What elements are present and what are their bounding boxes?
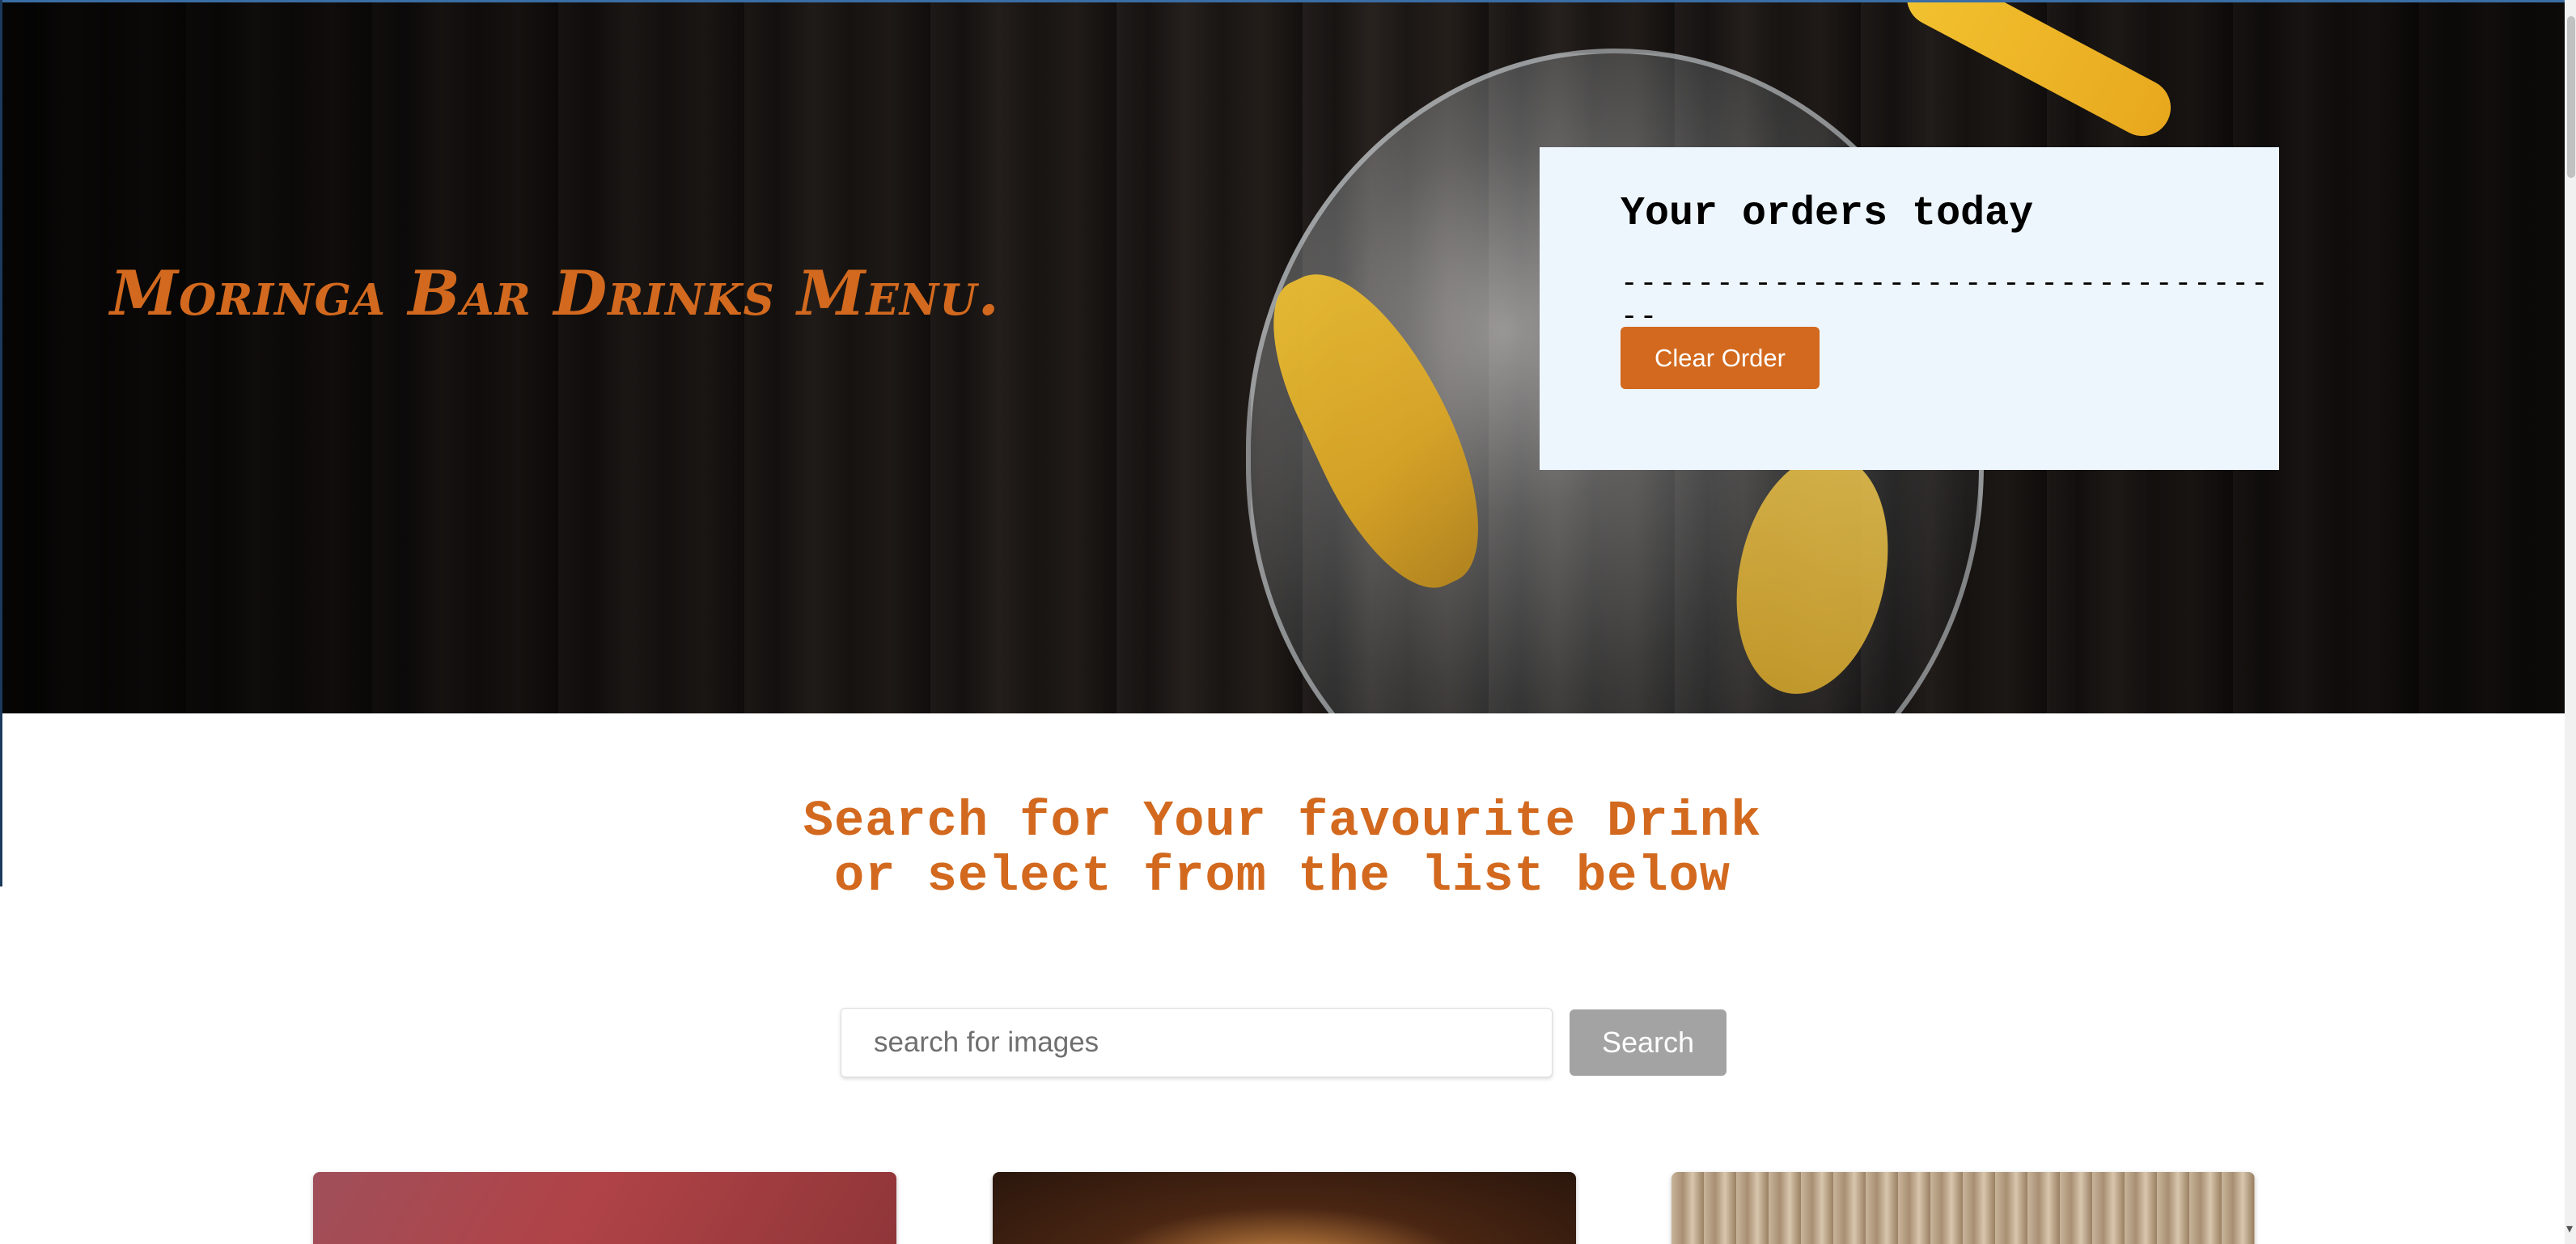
drink-card[interactable] bbox=[1671, 1172, 2255, 1244]
drink-card[interactable] bbox=[313, 1172, 896, 1244]
scrollbar-thumb[interactable] bbox=[2567, 16, 2575, 178]
drink-card[interactable] bbox=[993, 1172, 1576, 1244]
search-button[interactable]: Search bbox=[1570, 1009, 1727, 1076]
lemon-peel-image bbox=[1896, 0, 2181, 146]
chevron-down-icon[interactable]: ▾ bbox=[2566, 1223, 2573, 1236]
viewport-frame-left bbox=[0, 0, 2, 886]
clear-order-button[interactable]: Clear Order bbox=[1621, 327, 1820, 389]
orders-divider: ------------------------------------ bbox=[1621, 267, 2270, 333]
vertical-scrollbar[interactable]: ▾ bbox=[2565, 0, 2576, 1244]
orders-panel: Your orders today ----------------------… bbox=[1540, 147, 2279, 470]
viewport-frame-top bbox=[0, 0, 2565, 2]
search-heading-line-2: or select from the list below bbox=[834, 848, 1731, 905]
orders-title: Your orders today bbox=[1621, 191, 2034, 237]
page: Moringa Bar Drinks Menu. Your orders tod… bbox=[0, 0, 2576, 1244]
search-input[interactable] bbox=[841, 1008, 1553, 1077]
search-heading: Search for Your favourite Drink or selec… bbox=[0, 794, 2565, 904]
hero-banner: Moringa Bar Drinks Menu. Your orders tod… bbox=[0, 0, 2565, 713]
page-title: Moringa Bar Drinks Menu. bbox=[110, 257, 1000, 329]
search-heading-line-1: Search for Your favourite Drink bbox=[803, 793, 1762, 850]
